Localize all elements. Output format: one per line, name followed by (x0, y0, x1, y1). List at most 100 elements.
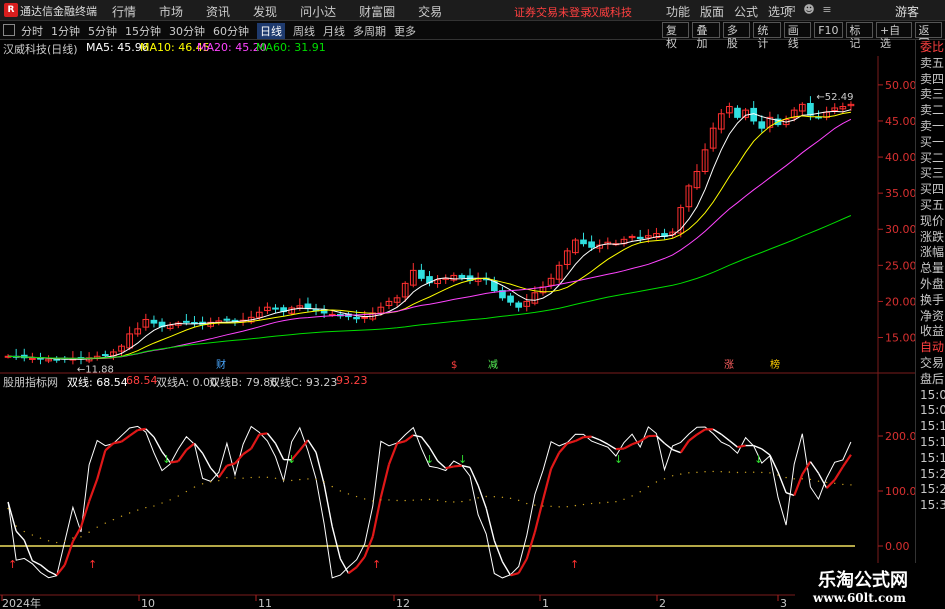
indicator-dot (39, 537, 42, 539)
sidebar-item[interactable]: 盘后 (916, 372, 945, 388)
sell-arrow-icon: ↓ (614, 453, 623, 466)
indicator-dot (201, 483, 204, 485)
indicator-line-segment (153, 436, 163, 453)
sidebar-item[interactable]: 15:30 (916, 498, 945, 514)
indicator-dot (704, 471, 706, 473)
indicator-name[interactable]: 股朋指标网 (3, 374, 58, 390)
indicator-dot (315, 478, 317, 481)
indicator-dot (485, 495, 487, 498)
indicator-line-segment (387, 442, 399, 465)
indicator-line-segment (533, 499, 545, 533)
sidebar-item[interactable]: 买一 (916, 135, 945, 151)
indicator-dot (266, 476, 269, 479)
indicator-dot (363, 498, 366, 500)
sidebar-item[interactable]: 买三 (916, 166, 945, 182)
indicator-line-segment (574, 436, 584, 442)
indicator-line-segment (315, 452, 325, 485)
indicator-dot (307, 478, 309, 480)
indicator-dot (801, 478, 804, 480)
sidebar-item[interactable]: 净资 (916, 309, 945, 325)
sidebar-item[interactable]: 卖一 (916, 119, 945, 135)
indicator-dot (550, 505, 552, 507)
chart-canvas[interactable]: 50.0045.0040.0035.0030.0025.0020.0015.00… (0, 0, 915, 609)
indicator-c-value: 双线C: 93.23 (269, 376, 338, 389)
candle (183, 320, 190, 323)
indicator-line-segment (631, 440, 641, 446)
indicator-dot (396, 499, 398, 502)
indicator-dot (250, 476, 252, 479)
sidebar-item[interactable]: 现价 (916, 214, 945, 230)
indicator-dot (31, 534, 34, 536)
sidebar-item[interactable]: 15:11 (916, 435, 945, 451)
indicator-dot (120, 515, 123, 517)
sidebar-item[interactable]: 自动 (916, 340, 945, 356)
indicator-dot (809, 478, 812, 481)
price-tick-label: 45.00 (885, 115, 915, 128)
sidebar-item[interactable]: 15:05 (916, 403, 945, 419)
indicator-dot (817, 480, 820, 482)
indicator-header: 股朋指标网 双线: 68.54 68.54 双线A: 0.00 双线B: 79.… (0, 373, 915, 389)
indicator-dot (193, 486, 196, 488)
sidebar-item[interactable]: 买二 (916, 151, 945, 167)
indicator-c-red-value: 93.23 (336, 374, 368, 387)
sidebar-item[interactable]: 15:00 (916, 388, 945, 404)
right-sidebar: 委比 卖五 卖四 卖三 卖二 卖一 买一 买二 买三 买四 买五 现价 涨跌 涨幅 总量 外盘 换手 净资 收益 自动… (915, 40, 945, 609)
sidebar-item[interactable]: 收益 (916, 324, 945, 340)
indicator-dot (461, 500, 463, 503)
indicator-line-segment (185, 442, 196, 451)
ma60-line (8, 215, 852, 359)
sidebar-item[interactable]: 买四 (916, 182, 945, 198)
sidebar-item[interactable]: 换手 (916, 293, 945, 309)
indicator-line-segment (242, 447, 252, 456)
indicator-dot (7, 507, 9, 510)
sidebar-item[interactable]: 15:25 (916, 482, 945, 498)
candle (580, 239, 587, 245)
indicator-dot (388, 499, 390, 501)
indicator-line-segment (169, 460, 179, 464)
candle (101, 354, 109, 357)
indicator-line-segment (210, 467, 220, 478)
indicator-line-segment (23, 539, 34, 562)
indicator-dot (355, 495, 358, 498)
indicator-line-segment (712, 428, 722, 435)
indicator-dot (185, 490, 188, 493)
indicator-dot (72, 537, 74, 539)
time-tick-label: 3 (780, 597, 787, 609)
price-tick-label: 35.00 (885, 187, 915, 200)
sidebar-item[interactable]: 15:20 (916, 467, 945, 483)
indicator-dot (785, 476, 787, 479)
indicator-dot (590, 502, 593, 505)
indicator-dot (412, 499, 414, 501)
price-tick-label: 25.00 (885, 259, 915, 272)
indicator-line-value: 双线: 68.54 (67, 376, 128, 389)
indicator-line-segment (501, 561, 512, 576)
ma5-line (8, 109, 852, 360)
back-button[interactable]: 返回 (914, 22, 942, 50)
indicator-line-segment (720, 433, 730, 442)
indicator-line-segment (379, 464, 391, 498)
indicator-dot (793, 478, 795, 480)
indicator-dot (169, 499, 171, 501)
sidebar-item[interactable]: 15:10 (916, 419, 945, 435)
sidebar-item[interactable]: 买五 (916, 198, 945, 214)
sidebar-item[interactable]: 卖二 (916, 103, 945, 119)
sidebar-item[interactable]: 总量 (916, 261, 945, 277)
sidebar-item[interactable]: 涨跌 (916, 230, 945, 246)
indicator-dot (282, 479, 285, 481)
sidebar-item[interactable]: 卖四 (916, 72, 945, 88)
indicator-tick-label: 200.00 (885, 430, 915, 443)
sidebar-item[interactable]: 卖三 (916, 87, 945, 103)
indicator-dot (647, 486, 650, 488)
sidebar-item[interactable]: 委比 (916, 40, 945, 56)
indicator-line-segment (201, 452, 212, 469)
sidebar-item[interactable]: 涨幅 (916, 245, 945, 261)
sidebar-item[interactable]: 卖五 (916, 56, 945, 72)
indicator-line-segment (591, 435, 600, 441)
indicator-dot (688, 472, 690, 474)
indicator-dot (104, 522, 107, 524)
sidebar-item[interactable]: 外盘 (916, 277, 945, 293)
watermark-title: 乐淘公式网 (818, 570, 908, 591)
indicator-line-segment (672, 449, 681, 454)
sidebar-item[interactable]: 15:15 (916, 451, 945, 467)
sidebar-item[interactable]: 交易 (916, 356, 945, 372)
